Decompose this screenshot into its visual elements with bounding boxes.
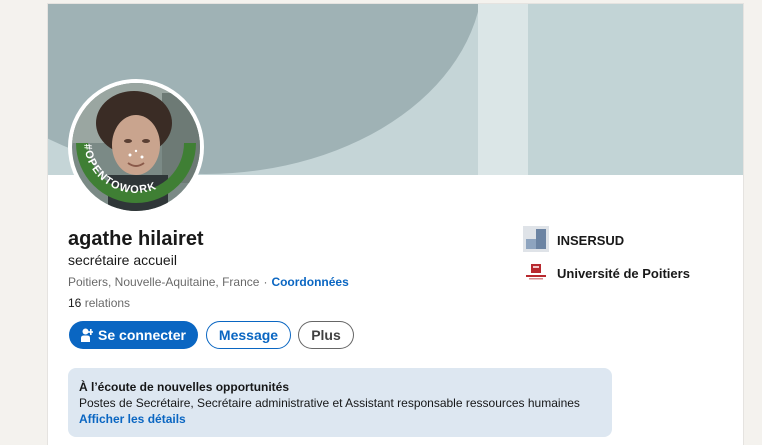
show-details-link[interactable]: Afficher les détails: [79, 412, 186, 426]
contact-info-link[interactable]: Coordonnées: [271, 275, 348, 289]
education-school[interactable]: Université de Poitiers: [523, 262, 690, 285]
open-to-work-roles: Postes de Secrétaire, Secrétaire adminis…: [79, 396, 580, 410]
school-name: Université de Poitiers: [557, 266, 690, 281]
banner-band-right: [528, 4, 743, 175]
profile-location: Poitiers, Nouvelle-Aquitaine, France: [68, 275, 260, 289]
banner-band: [478, 4, 528, 175]
message-button[interactable]: Message: [206, 321, 291, 349]
profile-name: agathe hilairet: [68, 228, 204, 250]
profile-photo[interactable]: #OPENTOWORK: [68, 79, 204, 215]
connections-label: relations: [84, 296, 131, 310]
open-to-work-card[interactable]: À l’écoute de nouvelles opportunités Pos…: [68, 368, 612, 437]
connections-number: 16: [68, 296, 82, 310]
company-name: INSERSUD: [557, 233, 625, 248]
profile-location-line: Poitiers, Nouvelle-Aquitaine, France · Coo…: [68, 275, 349, 289]
company-logo-icon: [523, 226, 549, 255]
separator: ·: [263, 275, 268, 289]
profile-headline: secrétaire accueil: [68, 252, 177, 268]
current-company[interactable]: INSERSUD: [523, 226, 624, 255]
avatar-image: #OPENTOWORK: [72, 83, 200, 211]
connect-button[interactable]: Se connecter: [69, 321, 198, 349]
more-button[interactable]: Plus: [298, 321, 354, 349]
connections-count[interactable]: 16 relations: [68, 296, 130, 310]
open-to-work-title: À l’écoute de nouvelles opportunités: [79, 380, 290, 394]
add-person-icon: [81, 328, 94, 342]
connect-label: Se connecter: [98, 327, 186, 343]
profile-card: #OPENTOWORK agathe hilairet secrétaire a…: [48, 4, 743, 445]
university-logo-icon: [523, 262, 549, 285]
